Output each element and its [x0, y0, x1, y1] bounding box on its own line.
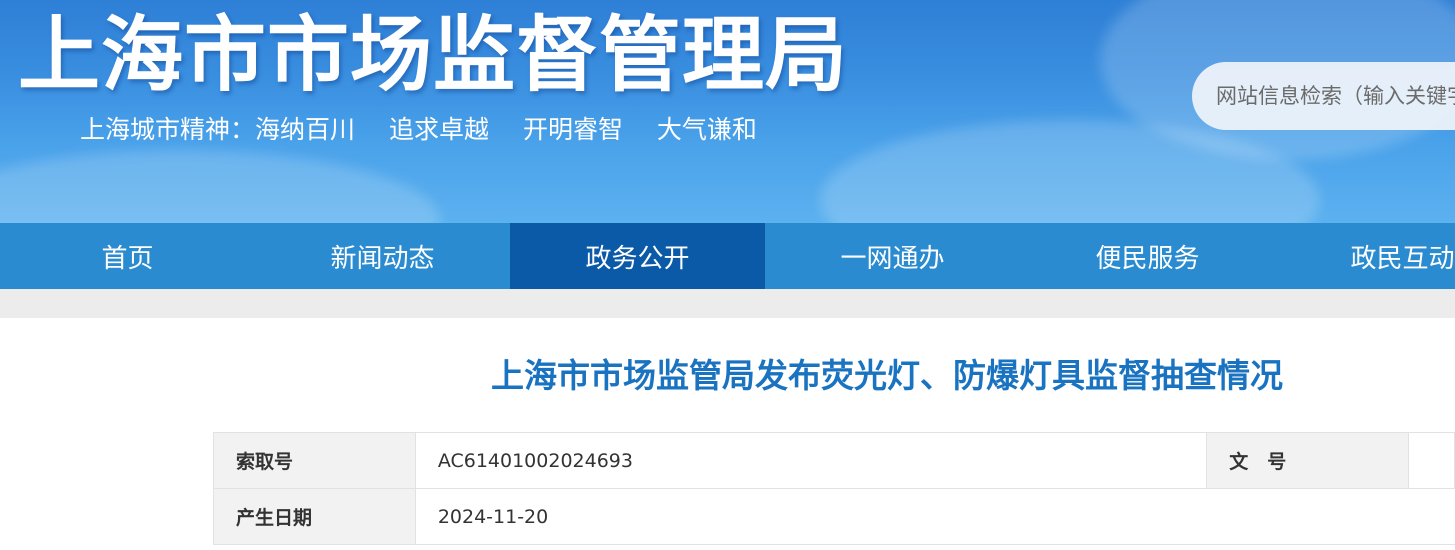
table-row: 产生日期 2024-11-20: [213, 488, 1455, 545]
slogan-part: 追求卓越: [388, 115, 489, 144]
date-label: 产生日期: [213, 488, 416, 545]
cloud-decoration: [0, 150, 440, 223]
nav-item-online-service[interactable]: 一网通办: [765, 223, 1020, 289]
document-meta-table: 索取号 AC61401002024693 文 号 产生日期 2024-11-20: [213, 432, 1455, 545]
index-number-value: AC61401002024693: [414, 432, 1208, 489]
slogan-part: 开明睿智: [522, 115, 623, 144]
article-title: 上海市市场监管局发布荧光灯、防爆灯具监督抽查情况: [491, 356, 1283, 395]
nav-item-home[interactable]: 首页: [0, 223, 255, 289]
main-nav: 首页 新闻动态 政务公开 一网通办 便民服务 政民互动: [0, 223, 1455, 289]
slogan-prefix: 上海城市精神：海纳百川: [80, 115, 356, 144]
city-spirit-slogan: 上海城市精神：海纳百川 追求卓越 开明睿智 大气谦和: [80, 114, 783, 146]
slogan-part: 海纳百川: [255, 115, 356, 144]
document-number-label: 文 号: [1206, 432, 1410, 489]
nav-item-interaction[interactable]: 政民互动: [1275, 223, 1455, 289]
date-value: 2024-11-20: [414, 488, 1455, 545]
document-number-value: [1408, 432, 1455, 489]
slogan-part: 大气谦和: [656, 115, 757, 144]
breadcrumb-band: [0, 289, 1455, 318]
site-title[interactable]: 上海市市场监督管理局: [18, 6, 848, 106]
index-number-label: 索取号: [213, 432, 416, 489]
table-row: 索取号 AC61401002024693 文 号: [213, 432, 1455, 489]
site-search-input[interactable]: [1192, 62, 1455, 130]
site-header: 上海市市场监督管理局 上海城市精神：海纳百川 追求卓越 开明睿智 大气谦和: [0, 0, 1455, 223]
nav-item-news[interactable]: 新闻动态: [255, 223, 510, 289]
nav-item-government-affairs[interactable]: 政务公开: [510, 223, 765, 289]
nav-item-public-service[interactable]: 便民服务: [1020, 223, 1275, 289]
